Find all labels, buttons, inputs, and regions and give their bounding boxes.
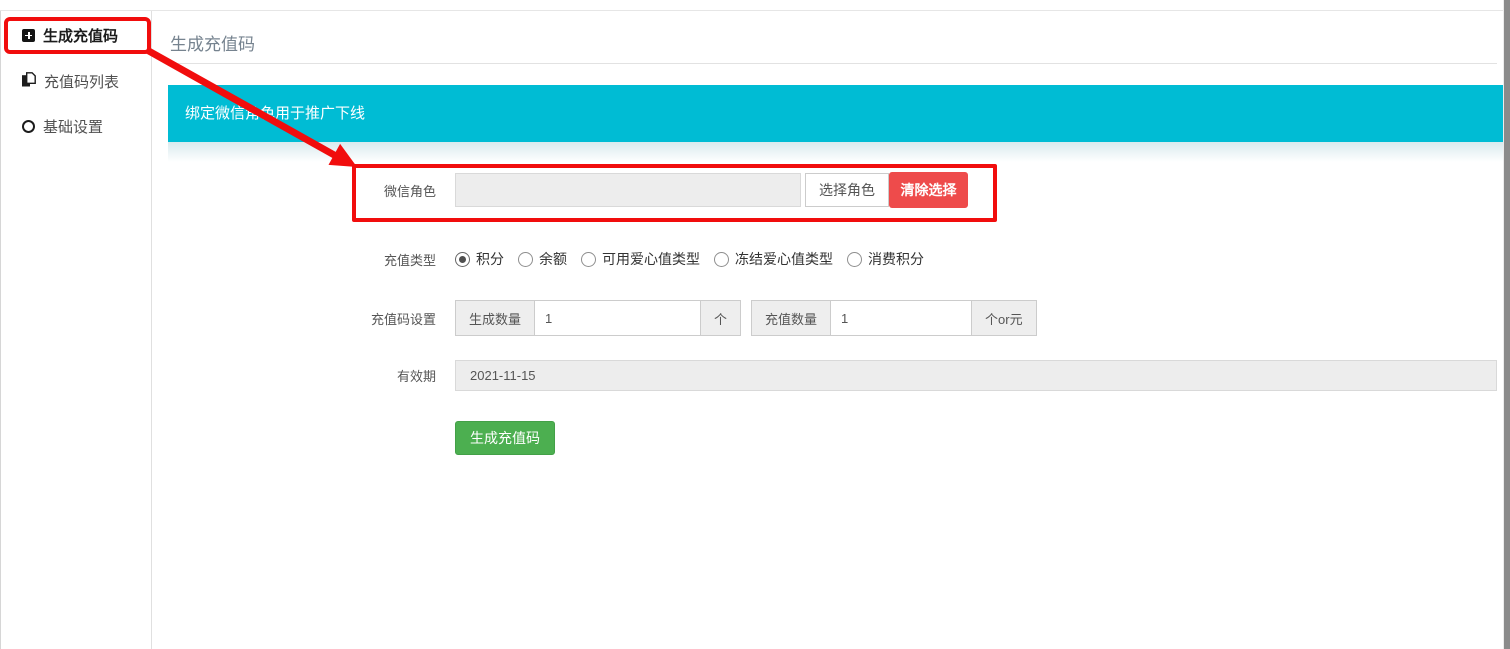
radio-label: 冻结爱心值类型 xyxy=(735,249,833,269)
radio-label: 余额 xyxy=(539,249,567,269)
sidebar-item-label: 生成充值码 xyxy=(43,25,118,46)
validity-row: 有效期 xyxy=(356,360,1497,391)
vertical-scrollbar[interactable] xyxy=(1503,0,1510,649)
radio-circle xyxy=(455,252,470,267)
recharge-qty-addon: 充值数量 xyxy=(751,300,830,336)
title-divider xyxy=(170,63,1497,64)
sidebar-item-generate-code[interactable]: 生成充值码 xyxy=(1,22,151,48)
radio-label: 积分 xyxy=(476,249,504,269)
generate-qty-addon: 生成数量 xyxy=(455,300,534,336)
recharge-qty-input[interactable] xyxy=(830,300,972,336)
radio-circle xyxy=(581,252,596,267)
clear-selection-button[interactable]: 清除选择 xyxy=(889,172,968,208)
recharge-qty-group: 充值数量 个or元 xyxy=(751,300,1037,336)
generate-qty-group: 生成数量 个 xyxy=(455,300,741,336)
wechat-role-input[interactable] xyxy=(455,173,801,207)
sidebar-item-label: 充值码列表 xyxy=(44,71,119,92)
copy-icon xyxy=(22,72,36,91)
generate-code-button[interactable]: 生成充值码 xyxy=(455,421,555,455)
generate-code-panel: 绑定微信角色用于推广下线 微信角色 选择角色 清除选择 充值类型 积分 xyxy=(168,85,1503,495)
radio-circle xyxy=(518,252,533,267)
wechat-role-row: 微信角色 选择角色 清除选择 xyxy=(356,173,1497,207)
radio-option-available-love-value[interactable]: 可用爱心值类型 xyxy=(581,249,700,269)
radio-label: 消费积分 xyxy=(868,249,924,269)
radio-circle xyxy=(847,252,862,267)
submit-row: 生成充值码 xyxy=(356,421,1497,455)
page-title: 生成充值码 xyxy=(170,35,1503,55)
select-role-button[interactable]: 选择角色 xyxy=(805,173,889,207)
recharge-type-label: 充值类型 xyxy=(356,250,436,269)
validity-label: 有效期 xyxy=(356,366,436,385)
recharge-qty-unit: 个or元 xyxy=(972,300,1037,336)
main-content: 生成充值码 绑定微信角色用于推广下线 微信角色 选择角色 清除选择 充值类型 xyxy=(152,10,1503,649)
recharge-type-row: 充值类型 积分 余额 可用爱心值类型 冻结爱心 xyxy=(356,249,1497,269)
sidebar-item-code-list[interactable]: 充值码列表 xyxy=(1,68,151,94)
radio-label: 可用爱心值类型 xyxy=(602,249,700,269)
radio-option-points[interactable]: 积分 xyxy=(455,249,504,269)
generate-qty-unit: 个 xyxy=(701,300,741,336)
validity-date-input[interactable] xyxy=(455,360,1497,391)
panel-header-shadow xyxy=(168,142,1503,162)
generate-qty-input[interactable] xyxy=(534,300,701,336)
code-settings-row: 充值码设置 生成数量 个 充值数量 个or元 xyxy=(356,300,1497,336)
radio-option-consume-points[interactable]: 消费积分 xyxy=(847,249,924,269)
circle-icon xyxy=(22,120,35,133)
wechat-role-label: 微信角色 xyxy=(356,181,436,200)
sidebar-item-label: 基础设置 xyxy=(43,116,103,137)
code-settings-label: 充值码设置 xyxy=(356,309,436,328)
radio-circle xyxy=(714,252,729,267)
radio-option-frozen-love-value[interactable]: 冻结爱心值类型 xyxy=(714,249,833,269)
app-window: 生成充值码 充值码列表 基础设置 生成充值码 绑定微信角色用于推广下线 xyxy=(0,0,1510,649)
panel-header: 绑定微信角色用于推广下线 xyxy=(168,85,1503,142)
plus-square-icon xyxy=(22,29,35,42)
sidebar-item-basic-settings[interactable]: 基础设置 xyxy=(1,113,151,139)
panel-body: 微信角色 选择角色 清除选择 充值类型 积分 余额 xyxy=(168,162,1503,495)
panel-heading-text: 绑定微信角色用于推广下线 xyxy=(185,105,365,122)
radio-option-balance[interactable]: 余额 xyxy=(518,249,567,269)
sidebar: 生成充值码 充值码列表 基础设置 xyxy=(0,11,152,649)
validity-control xyxy=(455,360,1497,391)
